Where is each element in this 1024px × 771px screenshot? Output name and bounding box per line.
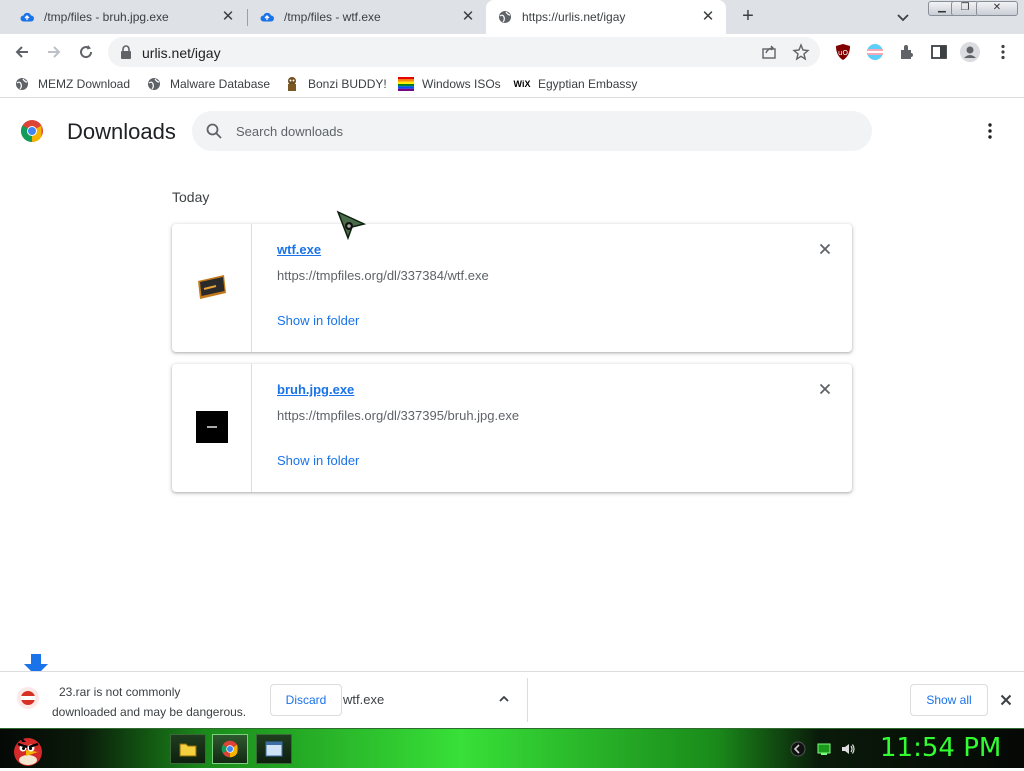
bookmark-bonzi-buddy[interactable]: Bonzi BUDDY! xyxy=(284,75,387,93)
chevron-up-icon[interactable] xyxy=(497,692,511,706)
rainbow-flag-icon xyxy=(398,76,414,92)
toolbar: urlis.net/igay uO xyxy=(0,34,1024,70)
section-heading-today: Today xyxy=(172,189,210,205)
globe-icon xyxy=(498,10,512,24)
file-source-url: https://tmpfiles.org/dl/337395/bruh.jpg.… xyxy=(277,408,520,423)
close-icon[interactable]: ✕ xyxy=(460,9,476,25)
forward-button[interactable] xyxy=(42,40,66,64)
tab-title: https://urlis.net/igay xyxy=(522,10,626,24)
chevron-down-icon[interactable] xyxy=(895,9,913,25)
globe-icon xyxy=(14,76,30,92)
lock-icon[interactable] xyxy=(120,45,132,62)
bookmark-windows-isos[interactable]: Windows ISOs xyxy=(398,75,501,93)
taskbar-clock[interactable]: 11:54 PM xyxy=(880,733,1001,763)
globe-icon xyxy=(146,76,162,92)
pride-flag-extension-icon[interactable] xyxy=(866,43,884,61)
show-in-folder-link[interactable]: Show in folder xyxy=(277,453,359,468)
chrome-icon xyxy=(221,740,239,758)
search-box[interactable] xyxy=(192,111,872,151)
address-bar[interactable]: urlis.net/igay xyxy=(108,37,820,67)
file-icon-column xyxy=(172,364,252,492)
download-shelf: 23.rar is not commonly downloaded and ma… xyxy=(0,671,1024,728)
show-all-button[interactable]: Show all xyxy=(910,684,988,716)
bookmarks-bar: MEMZ Download Malware Database Bonzi BUD… xyxy=(0,70,1024,98)
executable-file-icon xyxy=(195,410,228,446)
warning-line: downloaded and may be dangerous. xyxy=(52,705,247,719)
taskbar-chrome[interactable] xyxy=(212,734,248,764)
close-icon[interactable]: ✕ xyxy=(220,9,236,25)
more-actions-icon[interactable] xyxy=(980,121,1000,141)
side-panel-icon[interactable] xyxy=(930,43,948,61)
tab-urlis[interactable]: https://urlis.net/igay ✕ xyxy=(486,0,726,34)
dangerous-download-warning: 23.rar is not commonly downloaded and ma… xyxy=(52,682,272,722)
file-icon-column xyxy=(172,224,252,352)
bookmark-memz[interactable]: MEMZ Download xyxy=(14,75,130,93)
tab-bruh[interactable]: /tmp/files - bruh.jpg.exe ✕ xyxy=(0,0,246,34)
window-app-icon xyxy=(265,741,283,757)
show-in-folder-link[interactable]: Show in folder xyxy=(277,313,359,328)
wix-icon: WiX xyxy=(513,79,531,89)
download-item-card: bruh.jpg.exe https://tmpfiles.org/dl/337… xyxy=(172,364,852,492)
mouse-cursor-icon xyxy=(336,210,367,241)
bookmark-egyptian-embassy[interactable]: WiX Egyptian Embassy xyxy=(513,75,638,93)
network-icon[interactable] xyxy=(816,741,832,757)
file-source-url: https://tmpfiles.org/dl/337384/wtf.exe xyxy=(277,268,489,283)
bookmark-label: Bonzi BUDDY! xyxy=(308,77,387,91)
taskbar xyxy=(0,728,1024,768)
bookmark-label: Windows ISOs xyxy=(422,77,501,91)
url-text: urlis.net/igay xyxy=(142,45,221,61)
tray-expand-icon[interactable] xyxy=(790,741,806,757)
star-icon[interactable] xyxy=(792,43,810,61)
volume-icon[interactable] xyxy=(840,741,856,757)
menu-kebab-icon[interactable] xyxy=(994,43,1012,61)
bonzi-icon xyxy=(284,76,300,92)
shelf-divider xyxy=(527,678,528,722)
tab-title: /tmp/files - wtf.exe xyxy=(284,10,381,24)
close-icon[interactable]: ✕ xyxy=(700,9,716,25)
shelf-item-name[interactable]: wtf.exe xyxy=(343,692,384,707)
page-title: Downloads xyxy=(67,119,176,144)
taskbar-file-explorer[interactable] xyxy=(170,734,206,764)
bookmark-label: MEMZ Download xyxy=(38,77,131,91)
file-name-link[interactable]: wtf.exe xyxy=(277,242,321,257)
bookmark-malware-database[interactable]: Malware Database xyxy=(146,75,270,93)
chrome-logo-icon xyxy=(20,119,44,143)
ublock-icon[interactable]: uO xyxy=(834,43,852,61)
back-button[interactable] xyxy=(10,40,34,64)
remove-item-close-icon[interactable] xyxy=(817,381,833,397)
remove-item-close-icon[interactable] xyxy=(817,241,833,257)
profile-avatar-icon[interactable] xyxy=(960,42,980,62)
new-tab-button[interactable]: + xyxy=(738,6,758,28)
cloud-upload-icon xyxy=(260,10,274,24)
taskbar-window-app[interactable] xyxy=(256,734,292,764)
warning-line: 23.rar is not commonly xyxy=(59,685,181,699)
svg-text:uO: uO xyxy=(838,49,848,57)
downloads-header: Downloads xyxy=(0,99,1024,163)
tab-title: /tmp/files - bruh.jpg.exe xyxy=(44,10,169,24)
download-item-card: wtf.exe https://tmpfiles.org/dl/337384/w… xyxy=(172,224,852,352)
extensions-icon[interactable] xyxy=(898,43,916,61)
discard-button[interactable]: Discard xyxy=(270,684,342,716)
reload-button[interactable] xyxy=(74,40,98,64)
search-icon[interactable] xyxy=(206,123,222,142)
cloud-upload-icon xyxy=(20,10,34,24)
executable-file-icon xyxy=(196,273,228,304)
file-name-link[interactable]: bruh.jpg.exe xyxy=(277,382,354,397)
close-shelf-icon[interactable] xyxy=(998,692,1014,708)
window-close-button[interactable]: ✕ xyxy=(976,1,1018,16)
angry-bird-start-button-icon[interactable] xyxy=(8,730,48,768)
share-icon[interactable] xyxy=(760,43,778,61)
dangerous-file-icon xyxy=(16,686,40,710)
restore-button[interactable]: ❐ xyxy=(951,1,979,16)
tab-wtf[interactable]: /tmp/files - wtf.exe ✕ xyxy=(248,0,486,34)
folder-icon xyxy=(179,743,197,757)
tab-strip: /tmp/files - bruh.jpg.exe ✕ /tmp/files -… xyxy=(0,0,1024,34)
search-input[interactable] xyxy=(236,111,836,151)
bookmark-label: Malware Database xyxy=(170,77,271,91)
bookmark-label: Egyptian Embassy xyxy=(538,77,638,91)
